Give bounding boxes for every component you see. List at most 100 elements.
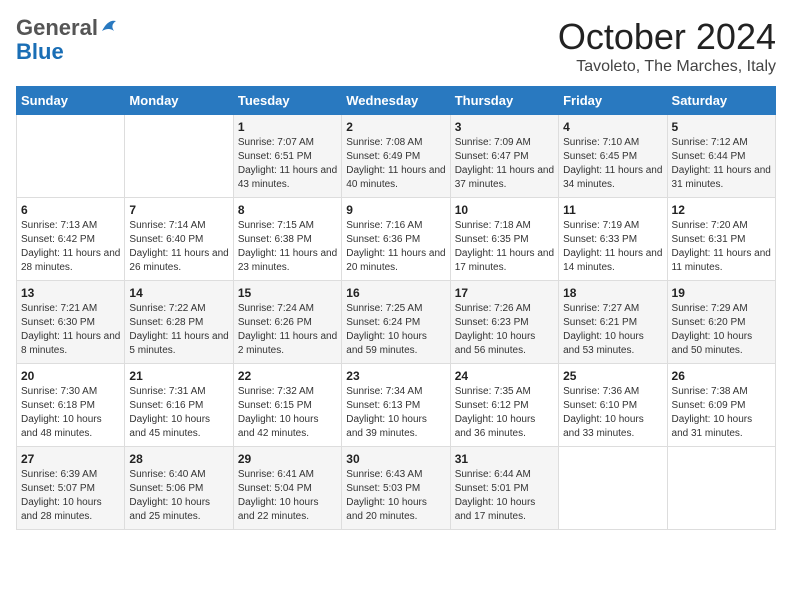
calendar-cell: 31Sunrise: 6:44 AMSunset: 5:01 PMDayligh… (450, 447, 558, 530)
calendar-cell: 26 Sunrise: 7:38 AMSunset: 6:09 PMDayligh… (667, 364, 775, 447)
location-title: Tavoleto, The Marches, Italy (558, 58, 776, 76)
day-info: Sunrise: 7:21 AMSunset: 6:30 PMDaylight:… (21, 302, 120, 358)
day-info: Sunrise: 7:26 AMSunset: 6:23 PMDaylight:… (455, 302, 554, 358)
calendar-cell: 1 Sunrise: 7:07 AMSunset: 6:51 PMDaylight… (233, 115, 341, 198)
day-info: Sunrise: 6:44 AMSunset: 5:01 PMDaylight:… (455, 468, 554, 524)
calendar-cell: 9 Sunrise: 7:16 AMSunset: 6:36 PMDaylight… (342, 198, 450, 281)
day-number: 30 (346, 452, 445, 466)
day-number: 15 (238, 286, 337, 300)
day-number: 2 (346, 120, 445, 134)
day-number: 3 (455, 120, 554, 134)
day-info: Sunrise: 7:14 AMSunset: 6:40 PMDaylight:… (129, 219, 228, 275)
day-info: Sunrise: 6:43 AMSunset: 5:03 PMDaylight:… (346, 468, 445, 524)
calendar-cell: 20 Sunrise: 7:30 AMSunset: 6:18 PMDayligh… (17, 364, 125, 447)
day-number: 4 (563, 120, 662, 134)
day-number: 9 (346, 203, 445, 217)
calendar-cell: 11 Sunrise: 7:19 AMSunset: 6:33 PMDayligh… (559, 198, 667, 281)
day-number: 20 (21, 369, 120, 383)
day-info: Sunrise: 7:08 AMSunset: 6:49 PMDaylight:… (346, 136, 445, 192)
calendar-cell: 18Sunrise: 7:27 AMSunset: 6:21 PMDayligh… (559, 281, 667, 364)
calendar-cell: 29Sunrise: 6:41 AMSunset: 5:04 PMDayligh… (233, 447, 341, 530)
day-number: 17 (455, 286, 554, 300)
calendar-week-row: 20 Sunrise: 7:30 AMSunset: 6:18 PMDayligh… (17, 364, 776, 447)
calendar-table: SundayMondayTuesdayWednesdayThursdayFrid… (16, 86, 776, 530)
calendar-cell: 3 Sunrise: 7:09 AMSunset: 6:47 PMDaylight… (450, 115, 558, 198)
calendar-cell (125, 115, 233, 198)
logo: General Blue (16, 16, 118, 64)
logo-general-text: General (16, 16, 98, 40)
logo-blue-text: Blue (16, 39, 64, 64)
day-info: Sunrise: 7:22 AMSunset: 6:28 PMDaylight:… (129, 302, 228, 358)
calendar-cell: 19 Sunrise: 7:29 AMSunset: 6:20 PMDayligh… (667, 281, 775, 364)
day-number: 25 (563, 369, 662, 383)
day-info: Sunrise: 7:31 AMSunset: 6:16 PMDaylight:… (129, 385, 228, 441)
calendar-week-row: 6 Sunrise: 7:13 AMSunset: 6:42 PMDaylight… (17, 198, 776, 281)
day-info: Sunrise: 7:32 AMSunset: 6:15 PMDaylight:… (238, 385, 337, 441)
day-info: Sunrise: 7:24 AMSunset: 6:26 PMDaylight:… (238, 302, 337, 358)
day-number: 23 (346, 369, 445, 383)
day-number: 12 (672, 203, 771, 217)
day-header-tuesday: Tuesday (233, 87, 341, 115)
calendar-cell: 4 Sunrise: 7:10 AMSunset: 6:45 PMDaylight… (559, 115, 667, 198)
day-info: Sunrise: 6:40 AMSunset: 5:06 PMDaylight:… (129, 468, 228, 524)
day-info: Sunrise: 7:19 AMSunset: 6:33 PMDaylight:… (563, 219, 662, 275)
day-number: 14 (129, 286, 228, 300)
calendar-cell: 2 Sunrise: 7:08 AMSunset: 6:49 PMDaylight… (342, 115, 450, 198)
day-header-monday: Monday (125, 87, 233, 115)
day-info: Sunrise: 7:12 AMSunset: 6:44 PMDaylight:… (672, 136, 771, 192)
calendar-cell: 13 Sunrise: 7:21 AMSunset: 6:30 PMDayligh… (17, 281, 125, 364)
calendar-cell: 23 Sunrise: 7:34 AMSunset: 6:13 PMDayligh… (342, 364, 450, 447)
calendar-week-row: 1 Sunrise: 7:07 AMSunset: 6:51 PMDaylight… (17, 115, 776, 198)
day-info: Sunrise: 7:30 AMSunset: 6:18 PMDaylight:… (21, 385, 120, 441)
day-info: Sunrise: 7:13 AMSunset: 6:42 PMDaylight:… (21, 219, 120, 275)
calendar-cell: 10Sunrise: 7:18 AMSunset: 6:35 PMDayligh… (450, 198, 558, 281)
day-number: 13 (21, 286, 120, 300)
calendar-cell: 12Sunrise: 7:20 AMSunset: 6:31 PMDayligh… (667, 198, 775, 281)
day-info: Sunrise: 7:15 AMSunset: 6:38 PMDaylight:… (238, 219, 337, 275)
day-info: Sunrise: 7:27 AMSunset: 6:21 PMDaylight:… (563, 302, 662, 358)
day-header-friday: Friday (559, 87, 667, 115)
day-number: 1 (238, 120, 337, 134)
day-number: 5 (672, 120, 771, 134)
day-info: Sunrise: 6:39 AMSunset: 5:07 PMDaylight:… (21, 468, 120, 524)
day-number: 19 (672, 286, 771, 300)
day-header-sunday: Sunday (17, 87, 125, 115)
day-info: Sunrise: 7:10 AMSunset: 6:45 PMDaylight:… (563, 136, 662, 192)
calendar-cell: 7Sunrise: 7:14 AMSunset: 6:40 PMDaylight… (125, 198, 233, 281)
day-info: Sunrise: 7:38 AMSunset: 6:09 PMDaylight:… (672, 385, 771, 441)
calendar-cell: 16Sunrise: 7:25 AMSunset: 6:24 PMDayligh… (342, 281, 450, 364)
day-number: 6 (21, 203, 120, 217)
header: General Blue October 2024 Tavoleto, The … (16, 16, 776, 76)
calendar-cell: 8 Sunrise: 7:15 AMSunset: 6:38 PMDaylight… (233, 198, 341, 281)
calendar-cell: 15 Sunrise: 7:24 AMSunset: 6:26 PMDayligh… (233, 281, 341, 364)
day-number: 21 (129, 369, 228, 383)
calendar-cell: 28Sunrise: 6:40 AMSunset: 5:06 PMDayligh… (125, 447, 233, 530)
day-info: Sunrise: 7:29 AMSunset: 6:20 PMDaylight:… (672, 302, 771, 358)
calendar-cell: 17 Sunrise: 7:26 AMSunset: 6:23 PMDayligh… (450, 281, 558, 364)
day-number: 10 (455, 203, 554, 217)
day-info: Sunrise: 7:34 AMSunset: 6:13 PMDaylight:… (346, 385, 445, 441)
calendar-cell: 27 Sunrise: 6:39 AMSunset: 5:07 PMDayligh… (17, 447, 125, 530)
calendar-cell: 21 Sunrise: 7:31 AMSunset: 6:16 PMDayligh… (125, 364, 233, 447)
calendar-cell: 30 Sunrise: 6:43 AMSunset: 5:03 PMDayligh… (342, 447, 450, 530)
day-header-thursday: Thursday (450, 87, 558, 115)
day-number: 8 (238, 203, 337, 217)
day-number: 16 (346, 286, 445, 300)
title-section: October 2024 Tavoleto, The Marches, Ital… (558, 16, 776, 76)
day-info: Sunrise: 6:41 AMSunset: 5:04 PMDaylight:… (238, 468, 337, 524)
calendar-header-row: SundayMondayTuesdayWednesdayThursdayFrid… (17, 87, 776, 115)
day-info: Sunrise: 7:36 AMSunset: 6:10 PMDaylight:… (563, 385, 662, 441)
day-number: 27 (21, 452, 120, 466)
day-info: Sunrise: 7:16 AMSunset: 6:36 PMDaylight:… (346, 219, 445, 275)
day-number: 24 (455, 369, 554, 383)
calendar-cell: 24Sunrise: 7:35 AMSunset: 6:12 PMDayligh… (450, 364, 558, 447)
day-number: 11 (563, 203, 662, 217)
calendar-cell (17, 115, 125, 198)
day-header-wednesday: Wednesday (342, 87, 450, 115)
day-info: Sunrise: 7:07 AMSunset: 6:51 PMDaylight:… (238, 136, 337, 192)
day-header-saturday: Saturday (667, 87, 775, 115)
logo-bird-icon (100, 16, 118, 40)
day-number: 26 (672, 369, 771, 383)
day-info: Sunrise: 7:09 AMSunset: 6:47 PMDaylight:… (455, 136, 554, 192)
calendar-cell (667, 447, 775, 530)
